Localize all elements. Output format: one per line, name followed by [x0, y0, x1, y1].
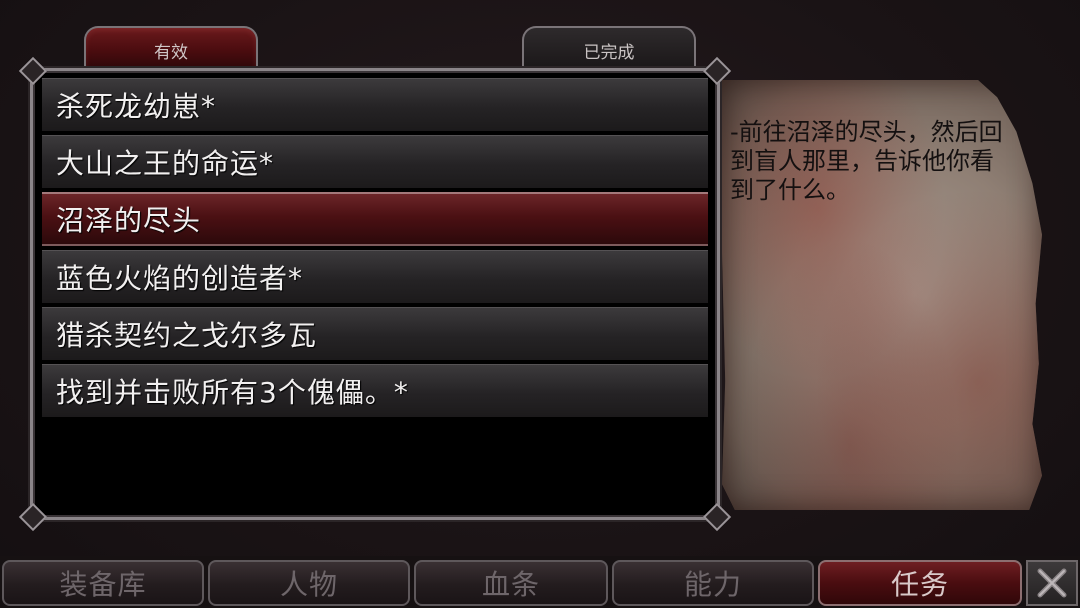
- quest-row[interactable]: 猎杀契约之戈尔多瓦: [42, 307, 708, 360]
- nav-abilities-button[interactable]: 能力: [612, 560, 814, 606]
- nav-inventory-button[interactable]: 装备库: [2, 560, 204, 606]
- nav-abilities-label: 能力: [683, 568, 742, 601]
- tab-completed-label: 已完成: [583, 42, 635, 63]
- quest-description-text: -前往沼泽的尽头，然后回到盲人那里，告诉他你看到了什么。: [730, 118, 1003, 204]
- quest-label: 杀死龙幼崽*: [56, 90, 217, 123]
- frame-corner-ornament: [18, 502, 48, 532]
- tab-active-label: 有效: [154, 42, 188, 63]
- nav-character-label: 人物: [279, 568, 338, 601]
- close-button[interactable]: [1026, 560, 1078, 606]
- quest-row[interactable]: 杀死龙幼崽*: [42, 78, 708, 131]
- quest-row[interactable]: 蓝色火焰的创造者*: [42, 250, 708, 303]
- quest-label: 大山之王的命运*: [56, 147, 275, 180]
- quest-label: 沼泽的尽头: [56, 204, 202, 237]
- quest-label: 蓝色火焰的创造者*: [56, 262, 304, 295]
- quest-label: 找到并击败所有3个傀儡。*: [56, 376, 409, 409]
- quest-row[interactable]: 大山之王的命运*: [42, 135, 708, 188]
- quest-description-parchment: -前往沼泽的尽头，然后回到盲人那里，告诉他你看到了什么。: [722, 80, 1042, 510]
- quest-screen: 有效 已完成 杀死龙幼崽* 大山之王的命运* 沼泽的尽头 蓝色火焰的创造者* 猎…: [0, 0, 1080, 608]
- quest-label: 猎杀契约之戈尔多瓦: [56, 319, 318, 352]
- nav-health-button[interactable]: 血条: [414, 560, 608, 606]
- nav-character-button[interactable]: 人物: [208, 560, 410, 606]
- nav-inventory-label: 装备库: [59, 568, 147, 601]
- quest-list-panel: 杀死龙幼崽* 大山之王的命运* 沼泽的尽头 蓝色火焰的创造者* 猎杀契约之戈尔多…: [18, 56, 732, 532]
- frame-corner-ornament: [702, 502, 732, 532]
- nav-health-label: 血条: [481, 568, 540, 601]
- quest-list: 杀死龙幼崽* 大山之王的命运* 沼泽的尽头 蓝色火焰的创造者* 猎杀契约之戈尔多…: [42, 78, 708, 421]
- tab-active-quests[interactable]: 有效: [84, 26, 258, 70]
- quest-row-selected[interactable]: 沼泽的尽头: [42, 192, 708, 246]
- quest-row[interactable]: 找到并击败所有3个傀儡。*: [42, 364, 708, 417]
- close-icon: [1037, 568, 1067, 598]
- nav-quests-label: 任务: [890, 568, 949, 601]
- nav-quests-button[interactable]: 任务: [818, 560, 1022, 606]
- tab-completed-quests[interactable]: 已完成: [522, 26, 696, 70]
